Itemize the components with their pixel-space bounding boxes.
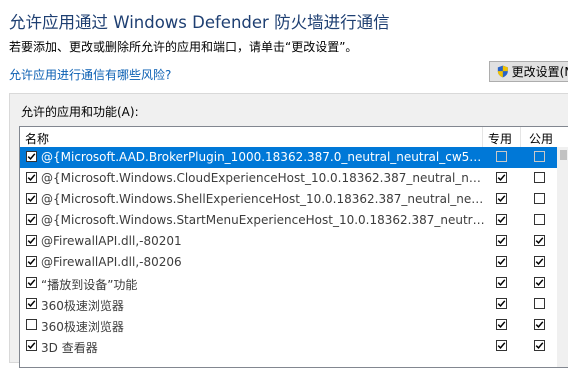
scrollbar-thumb[interactable] <box>560 150 567 160</box>
public-network-checkbox[interactable] <box>534 277 545 288</box>
column-divider[interactable] <box>520 127 521 147</box>
public-network-checkbox[interactable] <box>534 256 545 267</box>
vertical-scrollbar[interactable] <box>557 147 568 367</box>
private-network-checkbox[interactable] <box>496 319 507 330</box>
public-network-checkbox[interactable] <box>534 193 545 204</box>
column-divider[interactable] <box>482 127 483 147</box>
private-network-checkbox[interactable] <box>496 277 507 288</box>
app-row[interactable]: @FirewallAPI.dll,-80201 <box>20 231 557 252</box>
private-network-checkbox[interactable] <box>496 340 507 351</box>
app-row[interactable]: @{Microsoft.Windows.ShellExperienceHost_… <box>20 189 557 210</box>
app-name: @{Microsoft.Windows.ShellExperienceHost_… <box>41 192 485 206</box>
app-enabled-checkbox[interactable] <box>26 172 37 183</box>
private-network-checkbox[interactable] <box>496 214 507 225</box>
app-enabled-checkbox[interactable] <box>26 214 37 225</box>
app-name: @{Microsoft.Windows.CloudExperienceHost_… <box>41 171 485 185</box>
app-enabled-checkbox[interactable] <box>26 151 37 162</box>
private-network-checkbox[interactable] <box>496 151 507 162</box>
app-enabled-checkbox[interactable] <box>26 340 37 351</box>
app-name: 360极速浏览器 <box>41 299 124 313</box>
change-settings-button[interactable]: 更改设置(N) <box>489 61 568 82</box>
app-enabled-checkbox[interactable] <box>26 277 37 288</box>
risk-info-link[interactable]: 允许应用进行通信有哪些风险? <box>9 66 171 83</box>
app-name: “播放到设备”功能 <box>41 278 138 292</box>
allowed-apps-list[interactable]: 名称 专用 公用 @{Microsoft.AAD.BrokerPlugin_10… <box>19 126 568 368</box>
public-network-checkbox[interactable] <box>534 340 545 351</box>
allowed-apps-group: 允许的应用和功能(A): 名称 专用 公用 @{Microsoft.AAD.Br… <box>9 93 568 368</box>
app-row[interactable]: @FirewallAPI.dll,-80206 <box>20 252 557 273</box>
private-network-checkbox[interactable] <box>496 256 507 267</box>
uac-shield-icon <box>497 65 508 78</box>
column-header-private[interactable]: 专用 <box>488 130 512 147</box>
public-network-checkbox[interactable] <box>534 319 545 330</box>
private-network-checkbox[interactable] <box>496 193 507 204</box>
list-header: 名称 专用 公用 <box>20 127 568 148</box>
app-enabled-checkbox[interactable] <box>26 193 37 204</box>
app-name: @FirewallAPI.dll,-80201 <box>41 234 182 248</box>
app-row[interactable]: @{Microsoft.Windows.StartMenuExperienceH… <box>20 210 557 231</box>
app-row[interactable]: @{Microsoft.Windows.CloudExperienceHost_… <box>20 168 557 189</box>
app-name: @FirewallAPI.dll,-80206 <box>41 255 182 269</box>
app-row[interactable]: “播放到设备”功能 <box>20 273 557 294</box>
app-enabled-checkbox[interactable] <box>26 298 37 309</box>
public-network-checkbox[interactable] <box>534 172 545 183</box>
app-enabled-checkbox[interactable] <box>26 256 37 267</box>
app-enabled-checkbox[interactable] <box>26 235 37 246</box>
page-title: 允许应用通过 Windows Defender 防火墙进行通信 <box>9 13 390 32</box>
app-name: @{Microsoft.Windows.StartMenuExperienceH… <box>41 213 485 227</box>
public-network-checkbox[interactable] <box>534 235 545 246</box>
public-network-checkbox[interactable] <box>534 151 545 162</box>
change-settings-label: 更改设置(N) <box>511 65 568 79</box>
column-header-name[interactable]: 名称 <box>25 130 49 147</box>
private-network-checkbox[interactable] <box>496 235 507 246</box>
column-header-public[interactable]: 公用 <box>529 130 553 147</box>
public-network-checkbox[interactable] <box>534 214 545 225</box>
private-network-checkbox[interactable] <box>496 172 507 183</box>
app-row[interactable]: 360极速浏览器 <box>20 294 557 315</box>
app-row[interactable]: 3D 查看器 <box>20 336 557 357</box>
public-network-checkbox[interactable] <box>534 298 545 309</box>
app-name: @{Microsoft.AAD.BrokerPlugin_1000.18362.… <box>41 150 485 164</box>
private-network-checkbox[interactable] <box>496 298 507 309</box>
app-row[interactable]: 360极速浏览器 <box>20 315 557 336</box>
app-enabled-checkbox[interactable] <box>26 319 37 330</box>
app-row[interactable]: @{Microsoft.AAD.BrokerPlugin_1000.18362.… <box>20 147 557 168</box>
app-name: 360极速浏览器 <box>41 320 124 334</box>
page-subtitle: 若要添加、更改或删除所允许的应用和端口，请单击“更改设置”。 <box>9 40 358 54</box>
allowed-apps-label: 允许的应用和功能(A): <box>21 105 139 119</box>
